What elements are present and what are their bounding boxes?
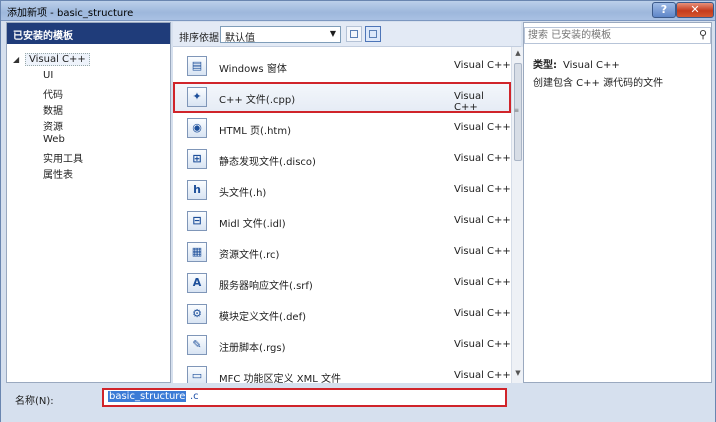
cpp-file-icon: ✦ — [187, 87, 207, 107]
template-item-cpp-file[interactable]: ✦ C++ 文件(.cpp) Visual C++ — [173, 82, 511, 113]
template-type: Visual C++ — [454, 277, 511, 288]
template-type: Visual C++ — [454, 184, 511, 195]
disco-file-icon: ⊞ — [187, 149, 207, 169]
tree-item-web[interactable]: Web — [43, 134, 65, 145]
template-type: Visual C++ — [454, 370, 511, 381]
expand-arrow-icon[interactable]: ◢ — [13, 55, 25, 64]
small-icons-view-button[interactable] — [346, 26, 362, 42]
template-type: Visual C++ — [454, 215, 511, 226]
template-type: Visual C++ — [454, 153, 511, 164]
form-icon: ▤ — [187, 56, 207, 76]
midl-file-icon: ⊟ — [187, 211, 207, 231]
template-type: Visual C++ — [454, 91, 484, 113]
template-name: MFC 功能区定义 XML 文件 — [219, 374, 341, 383]
template-item-rgs-file[interactable]: ✎ 注册脚本(.rgs) Visual C++ — [173, 330, 511, 361]
template-name: 服务器响应文件(.srf) — [219, 281, 313, 292]
help-button[interactable]: ? — [652, 2, 676, 18]
tree-item-code[interactable]: 代码 — [43, 86, 63, 101]
template-type: Visual C++ — [454, 308, 511, 319]
template-name: 模块定义文件(.def) — [219, 312, 307, 323]
template-item-midl-file[interactable]: ⊟ Midl 文件(.idl) Visual C++ — [173, 206, 511, 237]
list-view-button[interactable] — [365, 26, 381, 42]
mfc-xml-icon: ▭ — [187, 366, 207, 383]
list-view-icon — [369, 30, 377, 38]
sort-by-dropdown[interactable]: 默认值 ▼ — [220, 26, 341, 44]
name-input-selected-text: basic_structure — [108, 391, 187, 402]
search-box[interactable]: ⚲ — [524, 27, 711, 44]
template-item-srf-file[interactable]: A 服务器响应文件(.srf) Visual C++ — [173, 268, 511, 299]
tree-item-data[interactable]: 数据 — [43, 102, 63, 117]
template-item-resource-file[interactable]: ▦ 资源文件(.rc) Visual C++ — [173, 237, 511, 268]
template-type: Visual C++ — [454, 122, 511, 133]
installed-templates-header[interactable]: 已安装的模板 — [7, 23, 170, 44]
grid-view-icon — [350, 30, 358, 38]
template-type-info: 类型: Visual C++ — [533, 56, 620, 71]
type-value: Visual C++ — [563, 60, 620, 71]
template-name: 静态发现文件(.disco) — [219, 157, 316, 168]
sort-by-label: 排序依据: — [179, 33, 223, 44]
template-list-scrollbar[interactable]: ▲ ≡ ▼ — [511, 47, 523, 383]
search-icon[interactable]: ⚲ — [699, 28, 707, 41]
template-name: 注册脚本(.rgs) — [219, 343, 286, 354]
resource-file-icon: ▦ — [187, 242, 207, 262]
window-title: 添加新项 - basic_structure — [7, 8, 134, 19]
header-file-icon: h — [187, 180, 207, 200]
rgs-file-icon: ✎ — [187, 335, 207, 355]
name-row: 名称(N): basic_structure .c — [1, 385, 715, 422]
template-name: Midl 文件(.idl) — [219, 219, 286, 230]
add-new-item-dialog: 添加新项 - basic_structure ? ✕ 已安装的模板 ◢ Visu… — [0, 0, 716, 422]
template-item-disco-file[interactable]: ⊞ 静态发现文件(.disco) Visual C++ — [173, 144, 511, 175]
chevron-down-icon: ▼ — [329, 29, 336, 38]
template-description: 创建包含 C++ 源代码的文件 — [533, 78, 664, 89]
html-page-icon: ◉ — [187, 118, 207, 138]
tree-item-property-sheet[interactable]: 属性表 — [43, 166, 73, 181]
srf-file-icon: A — [187, 273, 207, 293]
close-button[interactable]: ✕ — [676, 2, 714, 18]
template-item-windows-form[interactable]: ▤ Windows 窗体 Visual C++ — [173, 51, 511, 82]
tree-item-resource[interactable]: 资源 — [43, 118, 63, 133]
template-name: 资源文件(.rc) — [219, 250, 280, 261]
name-input[interactable]: basic_structure .c — [102, 388, 507, 407]
template-tree-panel: 已安装的模板 ◢ Visual C++ UI 代码 数据 资源 Web 实用工具… — [6, 22, 171, 383]
template-item-header-file[interactable]: h 头文件(.h) Visual C++ — [173, 175, 511, 206]
template-type: Visual C++ — [454, 246, 511, 257]
tree-item-ui[interactable]: UI — [43, 70, 53, 81]
template-type: Visual C++ — [454, 60, 511, 71]
title-bar: 添加新项 - basic_structure ? ✕ — [1, 1, 715, 21]
template-name: 头文件(.h) — [219, 188, 267, 199]
template-name: HTML 页(.htm) — [219, 126, 291, 137]
def-file-icon: ⚙ — [187, 304, 207, 324]
template-type: Visual C++ — [454, 339, 511, 350]
list-toolbar: 排序依据: 默认值 ▼ — [173, 22, 521, 47]
template-name: C++ 文件(.cpp) — [219, 95, 296, 106]
template-item-mfc-xml[interactable]: ▭ MFC 功能区定义 XML 文件 Visual C++ — [173, 361, 511, 383]
template-item-html-page[interactable]: ◉ HTML 页(.htm) Visual C++ — [173, 113, 511, 144]
name-label: 名称(N): — [15, 396, 54, 407]
search-input[interactable] — [528, 29, 688, 42]
tree-item-label: Visual C++ — [25, 53, 90, 66]
template-item-def-file[interactable]: ⚙ 模块定义文件(.def) Visual C++ — [173, 299, 511, 330]
sort-by-value: 默认值 — [225, 33, 255, 44]
name-input-rest-text: .c — [190, 391, 199, 402]
scroll-grip-icon: ≡ — [514, 107, 520, 114]
template-list: ▤ Windows 窗体 Visual C++ ✦ C++ 文件(.cpp) V… — [173, 47, 511, 383]
tree-item-utility[interactable]: 实用工具 — [43, 150, 83, 165]
template-details-panel: ⚲ 类型: Visual C++ 创建包含 C++ 源代码的文件 — [523, 22, 712, 383]
template-name: Windows 窗体 — [219, 64, 287, 75]
type-label: 类型: — [533, 60, 557, 71]
tree-item-visual-cpp[interactable]: ◢ Visual C++ — [13, 53, 90, 66]
